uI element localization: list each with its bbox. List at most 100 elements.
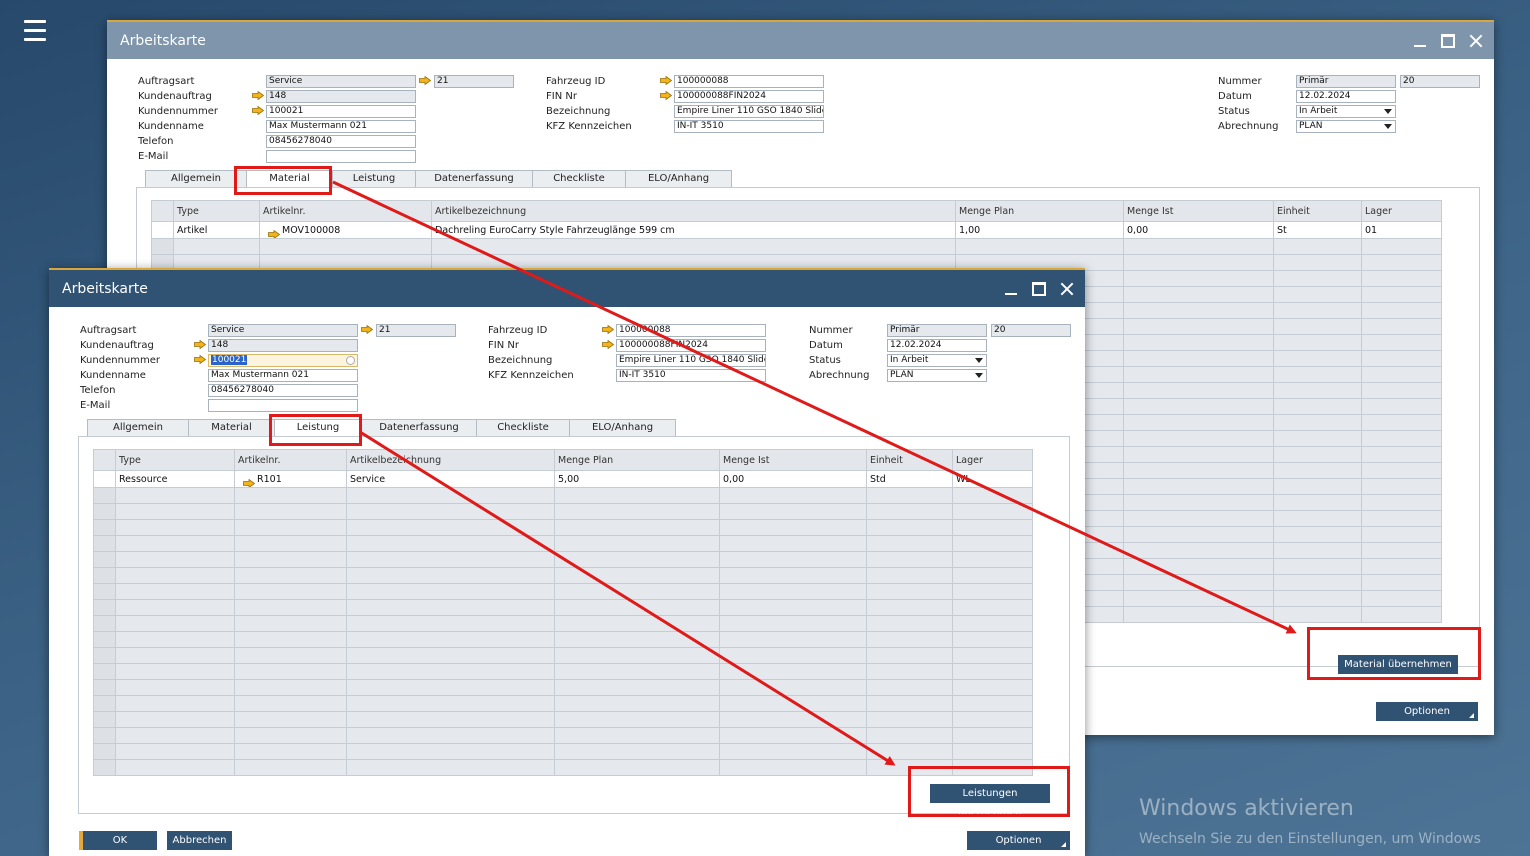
cell-bezeichnung[interactable] bbox=[346, 743, 555, 760]
cell-menge_ist[interactable] bbox=[1123, 590, 1274, 607]
row-selector[interactable] bbox=[93, 519, 116, 536]
material-uebernehmen-button[interactable]: Material übernehmen bbox=[1338, 655, 1458, 674]
cell-type[interactable] bbox=[115, 711, 235, 728]
cell-type[interactable] bbox=[115, 615, 235, 632]
cell-lager[interactable] bbox=[1361, 542, 1442, 559]
cell-menge_ist[interactable] bbox=[1123, 270, 1274, 287]
row-selector[interactable] bbox=[93, 567, 116, 584]
cell-artikelnr[interactable] bbox=[234, 599, 347, 616]
column-header-menge-ist[interactable]: Menge Ist bbox=[719, 449, 867, 471]
cell-menge_plan[interactable] bbox=[554, 679, 720, 696]
cell-bezeichnung[interactable]: Dachreling EuroCarry Style Fahrzeuglänge… bbox=[431, 221, 956, 239]
empty-table-row[interactable] bbox=[93, 631, 1033, 648]
tab-datenerfassung[interactable]: Datenerfassung bbox=[415, 170, 533, 187]
front_window-field-e-mail[interactable] bbox=[208, 399, 358, 412]
cell-lager[interactable] bbox=[1361, 318, 1442, 335]
cell-einheit[interactable] bbox=[1273, 478, 1362, 495]
cell-menge_ist[interactable] bbox=[1123, 398, 1274, 415]
cell-artikelnr[interactable]: R101 bbox=[234, 470, 347, 488]
link-arrow-icon[interactable] bbox=[361, 324, 374, 335]
cell-lager[interactable] bbox=[952, 727, 1033, 744]
empty-table-row[interactable] bbox=[93, 567, 1033, 584]
cell-einheit[interactable] bbox=[866, 535, 953, 552]
cell-lager[interactable] bbox=[1361, 414, 1442, 431]
tab-allgemein[interactable]: Allgemein bbox=[87, 419, 189, 436]
table-row[interactable]: Ressource R101 Service 5,00 0,00 Std WL bbox=[93, 470, 1033, 488]
front_window-field-auftragsart-extra[interactable]: 21 bbox=[376, 324, 456, 337]
cell-type[interactable] bbox=[115, 727, 235, 744]
cell-menge_ist[interactable] bbox=[1123, 334, 1274, 351]
cell-menge_plan[interactable] bbox=[554, 647, 720, 664]
cell-lager[interactable] bbox=[952, 711, 1033, 728]
cell-menge_ist[interactable] bbox=[719, 631, 867, 648]
cell-lager[interactable] bbox=[1361, 430, 1442, 447]
tab-allgemein[interactable]: Allgemein bbox=[145, 170, 247, 187]
cell-lager[interactable] bbox=[1361, 478, 1442, 495]
cell-bezeichnung[interactable] bbox=[346, 759, 555, 776]
cell-einheit[interactable] bbox=[866, 663, 953, 680]
cell-menge_ist[interactable] bbox=[719, 599, 867, 616]
column-header-lager[interactable]: Lager bbox=[1361, 200, 1442, 222]
link-arrow-icon[interactable] bbox=[602, 339, 615, 350]
front_window-field-abrechnung[interactable]: PLAN bbox=[887, 369, 987, 382]
row-selector[interactable] bbox=[93, 583, 116, 600]
cancel-button[interactable]: Abbrechen bbox=[167, 831, 232, 850]
cell-type[interactable] bbox=[115, 567, 235, 584]
empty-table-row[interactable] bbox=[93, 583, 1033, 600]
back_window-field-kundennummer[interactable]: 100021 bbox=[266, 105, 416, 118]
cell-menge_plan[interactable] bbox=[554, 487, 720, 504]
tab-leistung[interactable]: Leistung bbox=[274, 419, 362, 437]
tab-leistung[interactable]: Leistung bbox=[332, 170, 416, 187]
cell-artikelnr[interactable] bbox=[234, 631, 347, 648]
cell-einheit[interactable] bbox=[1273, 350, 1362, 367]
cell-einheit[interactable] bbox=[1273, 334, 1362, 351]
cell-lager[interactable] bbox=[952, 743, 1033, 760]
cell-einheit[interactable] bbox=[1273, 590, 1362, 607]
empty-table-row[interactable] bbox=[151, 238, 1442, 255]
cell-bezeichnung[interactable] bbox=[346, 503, 555, 520]
cell-einheit[interactable] bbox=[1273, 270, 1362, 287]
row-selector[interactable] bbox=[93, 647, 116, 664]
front_window-field-fahrzeug-id[interactable]: 100000088 bbox=[616, 324, 766, 337]
column-header-menge-ist[interactable]: Menge Ist bbox=[1123, 200, 1274, 222]
tab-elo-anhang[interactable]: ELO/Anhang bbox=[625, 170, 732, 187]
row-selector[interactable] bbox=[93, 503, 116, 520]
empty-table-row[interactable] bbox=[93, 743, 1033, 760]
cell-lager[interactable] bbox=[952, 695, 1033, 712]
cell-einheit[interactable] bbox=[1273, 542, 1362, 559]
cell-menge_plan[interactable] bbox=[554, 503, 720, 520]
dropdown-arrow-icon[interactable] bbox=[975, 373, 983, 378]
cell-einheit[interactable] bbox=[1273, 254, 1362, 271]
cell-bezeichnung[interactable]: Service bbox=[346, 470, 555, 488]
cell-lager[interactable] bbox=[1361, 462, 1442, 479]
cell-lager[interactable] bbox=[952, 503, 1033, 520]
cell-type[interactable] bbox=[115, 583, 235, 600]
link-arrow-icon[interactable] bbox=[252, 90, 265, 101]
cell-type[interactable] bbox=[173, 238, 260, 255]
empty-table-row[interactable] bbox=[93, 551, 1033, 568]
column-header-einheit[interactable]: Einheit bbox=[866, 449, 953, 471]
cell-lager[interactable] bbox=[952, 631, 1033, 648]
cell-menge_plan[interactable] bbox=[554, 583, 720, 600]
back_window-field-auftragsart-extra[interactable]: 21 bbox=[434, 75, 514, 88]
cell-menge_plan[interactable] bbox=[955, 238, 1124, 255]
cell-bezeichnung[interactable] bbox=[346, 535, 555, 552]
cell-artikelnr[interactable] bbox=[234, 519, 347, 536]
cell-menge_ist[interactable] bbox=[719, 679, 867, 696]
back_window-field-e-mail[interactable] bbox=[266, 150, 416, 163]
empty-table-row[interactable] bbox=[93, 695, 1033, 712]
cell-menge_plan[interactable] bbox=[554, 727, 720, 744]
cell-lager[interactable] bbox=[952, 647, 1033, 664]
front_window-field-kundenname[interactable]: Max Mustermann 021 bbox=[208, 369, 358, 382]
cell-lager[interactable] bbox=[1361, 366, 1442, 383]
cell-einheit[interactable] bbox=[866, 679, 953, 696]
cell-bezeichnung[interactable] bbox=[346, 695, 555, 712]
cell-lager[interactable] bbox=[1361, 606, 1442, 623]
cell-menge_ist[interactable] bbox=[1123, 318, 1274, 335]
cell-artikelnr[interactable] bbox=[234, 535, 347, 552]
cell-lager[interactable] bbox=[952, 599, 1033, 616]
cell-lager[interactable] bbox=[952, 583, 1033, 600]
front_window-field-kundenauftrag[interactable]: 148 bbox=[208, 339, 358, 352]
front_window-field-datum[interactable]: 12.02.2024 bbox=[887, 339, 987, 352]
cell-lager[interactable] bbox=[952, 567, 1033, 584]
